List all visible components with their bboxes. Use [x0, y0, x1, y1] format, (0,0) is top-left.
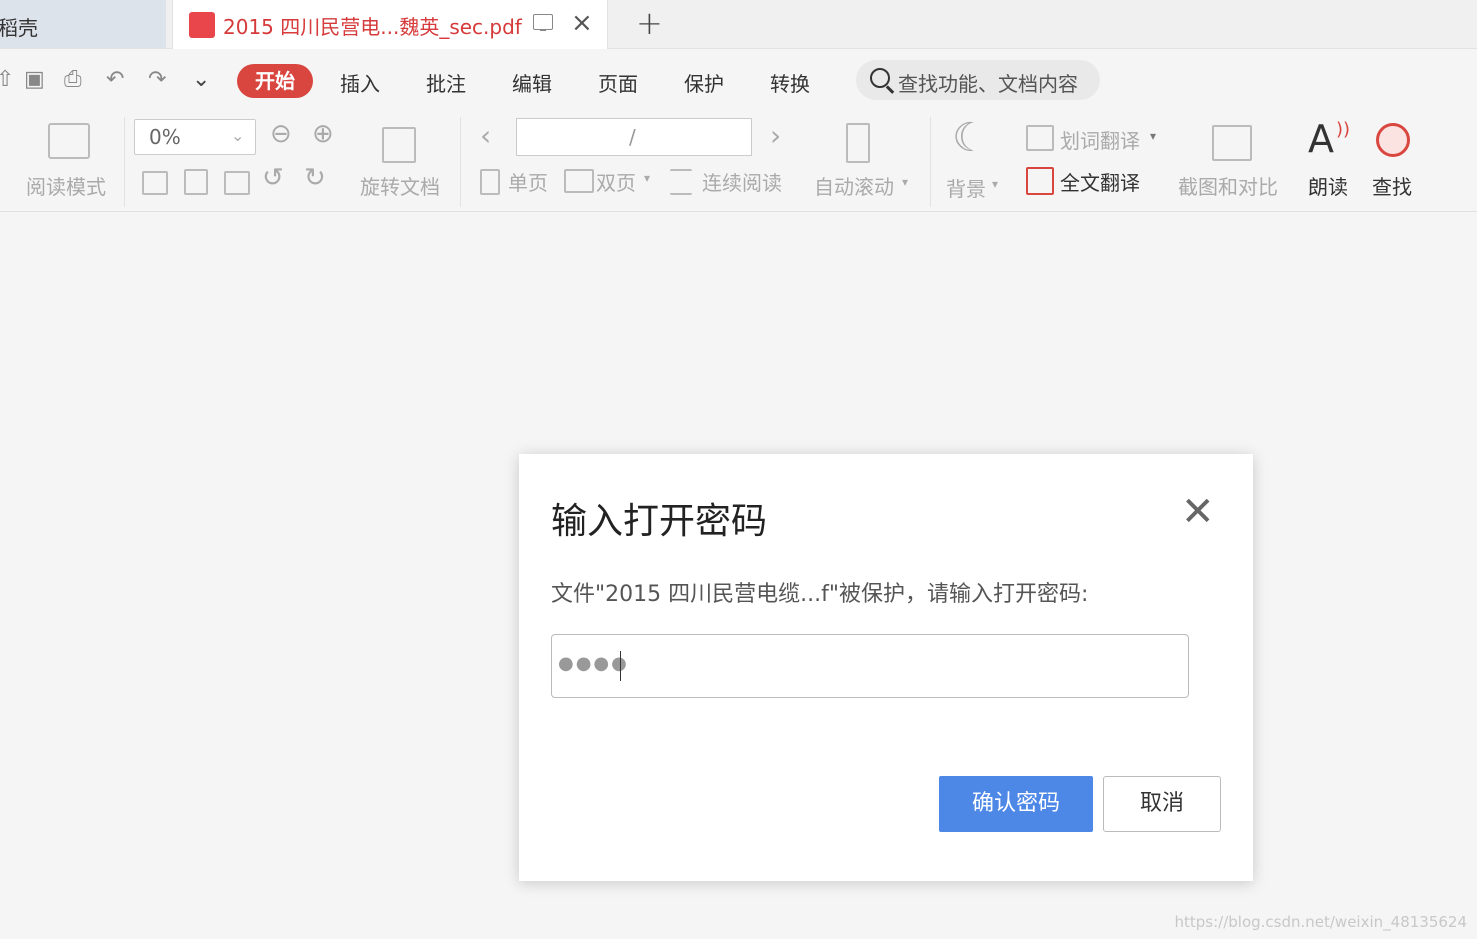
monitor-icon[interactable]: [533, 14, 553, 31]
next-page-icon[interactable]: ›: [770, 119, 781, 152]
find-button[interactable]: 查找: [1372, 171, 1412, 200]
double-page-button[interactable]: 双页: [596, 167, 636, 196]
menu-tab-edit[interactable]: 编辑: [512, 68, 552, 97]
fit-page-icon[interactable]: [184, 169, 208, 195]
rotate-right-icon[interactable]: ↻: [304, 163, 326, 193]
continuous-icon: [670, 169, 692, 195]
customize-chevron-icon[interactable]: ⌄: [192, 67, 210, 92]
save-icon[interactable]: ▣: [24, 67, 45, 92]
chevron-down-icon: ▾: [644, 171, 651, 185]
chevron-down-icon: ▾: [902, 175, 909, 189]
confirm-password-button[interactable]: 确认密码: [939, 776, 1093, 832]
menu-tab-annotate[interactable]: 批注: [426, 68, 466, 97]
page-number-input[interactable]: /: [516, 118, 752, 156]
screenshot-icon: [1212, 125, 1252, 161]
rotate-doc-button[interactable]: 旋转文档: [360, 171, 440, 200]
watermark: https://blog.csdn.net/weixin_48135624: [1174, 913, 1467, 931]
dialog-message: 文件"2015 四川民营电缆...f"被保护，请输入打开密码:: [551, 582, 1089, 607]
chevron-down-icon: ⌄: [231, 126, 245, 145]
tab-close-icon[interactable]: ×: [571, 8, 593, 38]
tab-pdf-title: 2015 四川民营电...魏英_sec.pdf: [223, 15, 522, 39]
text-caret: [620, 651, 621, 681]
rotate-doc-icon: [382, 127, 416, 163]
dialog-title: 输入打开密码: [551, 501, 768, 542]
tab-daoke-label: 稻壳: [0, 16, 38, 40]
read-mode-button[interactable]: 阅读模式: [26, 171, 106, 200]
full-translate-icon: [1026, 167, 1054, 195]
menu-tab-convert[interactable]: 转换: [770, 68, 810, 97]
chevron-down-icon: ▾: [1150, 129, 1157, 143]
word-translate-icon: [1026, 125, 1054, 151]
menu-tab-start[interactable]: 开始: [237, 64, 313, 98]
menu-tab-protect[interactable]: 保护: [684, 68, 724, 97]
actual-size-icon[interactable]: [142, 171, 168, 195]
divider: [460, 117, 461, 207]
divider: [124, 117, 125, 207]
single-page-button[interactable]: 单页: [508, 167, 548, 196]
page-separator: /: [629, 125, 636, 149]
menu-bar: ⇧ ▣ ⎙ ↶ ↷ ⌄ 开始 插入 批注 编辑 页面 保护 转换 查找功能、文档…: [0, 49, 1477, 113]
ribbon-toolbar: 阅读模式 0% ⌄ ⊖ ⊕ ↺ ↻ 旋转文档 ‹ / › 单页 双页 ▾ 连续阅…: [0, 113, 1477, 212]
divider: [930, 117, 931, 207]
search-icon: [870, 68, 890, 88]
sound-wave-icon: )): [1336, 119, 1351, 140]
password-input[interactable]: ●●●●: [551, 634, 1189, 698]
zoom-out-icon[interactable]: ⊖: [270, 119, 292, 149]
pdf-file-icon: [189, 12, 215, 38]
double-page-icon: [564, 169, 594, 193]
chevron-down-icon: ▾: [992, 177, 999, 191]
undo-icon[interactable]: ↶: [106, 67, 124, 92]
zoom-in-icon[interactable]: ⊕: [312, 119, 334, 149]
tab-bar: 稻壳 2015 四川民营电...魏英_sec.pdf × +: [0, 0, 1477, 49]
book-icon: [48, 123, 90, 159]
rotate-left-icon[interactable]: ↺: [262, 163, 284, 193]
fit-width-icon[interactable]: [224, 171, 250, 195]
auto-scroll-button[interactable]: 自动滚动: [814, 171, 894, 200]
print-icon[interactable]: ⎙: [64, 67, 82, 92]
cancel-button[interactable]: 取消: [1103, 776, 1221, 832]
zoom-select[interactable]: 0% ⌄: [134, 119, 256, 155]
tab-pdf-document[interactable]: 2015 四川民营电...魏英_sec.pdf ×: [172, 0, 608, 49]
menu-tab-insert[interactable]: 插入: [340, 68, 380, 97]
share-icon[interactable]: ⇧: [0, 67, 14, 92]
redo-icon[interactable]: ↷: [148, 67, 166, 92]
find-icon: [1376, 123, 1410, 157]
feature-search-box[interactable]: 查找功能、文档内容: [856, 60, 1100, 100]
tab-daoke[interactable]: 稻壳: [0, 0, 166, 48]
continuous-read-button[interactable]: 连续阅读: [702, 167, 782, 196]
read-aloud-icon: A: [1308, 117, 1334, 161]
background-button[interactable]: 背景: [946, 173, 986, 202]
word-translate-button[interactable]: 划词翻译: [1060, 125, 1140, 154]
full-translate-button[interactable]: 全文翻译: [1060, 167, 1140, 196]
password-mask: ●●●●: [558, 653, 629, 674]
menu-tab-page[interactable]: 页面: [598, 68, 638, 97]
single-page-icon: [480, 169, 500, 195]
password-dialog: 输入打开密码 ✕ 文件"2015 四川民营电缆...f"被保护，请输入打开密码:…: [519, 454, 1253, 881]
prev-page-icon[interactable]: ‹: [480, 119, 491, 152]
screenshot-compare-button[interactable]: 截图和对比: [1178, 171, 1278, 200]
auto-scroll-icon: [846, 123, 870, 163]
search-placeholder: 查找功能、文档内容: [898, 72, 1078, 96]
close-icon[interactable]: ✕: [1181, 492, 1215, 532]
moon-icon: ☾: [952, 115, 988, 161]
read-aloud-button[interactable]: 朗读: [1308, 171, 1348, 200]
new-tab-button[interactable]: +: [636, 4, 663, 42]
zoom-value: 0%: [149, 125, 181, 149]
